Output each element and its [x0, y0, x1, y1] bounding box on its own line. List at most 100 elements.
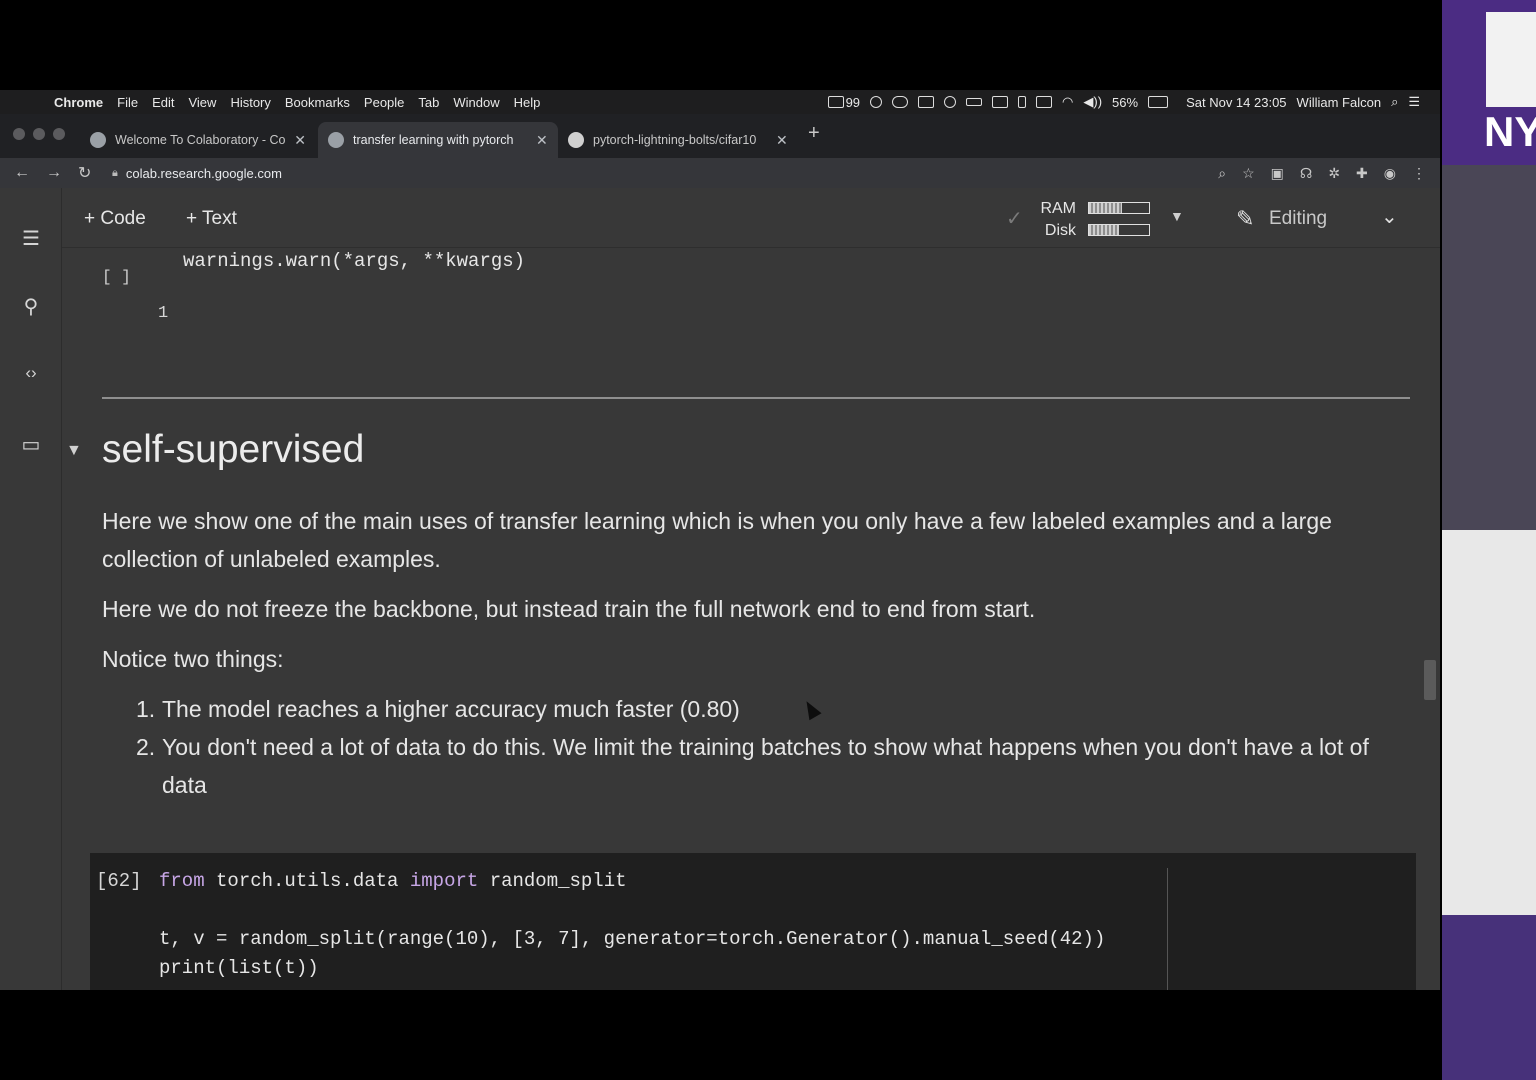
section-collapse-icon[interactable]: ▼	[66, 442, 82, 460]
menu-help[interactable]: Help	[514, 95, 541, 110]
menu-file[interactable]: File	[117, 95, 138, 110]
tab-close-icon[interactable]: ✕	[776, 132, 788, 149]
dropbox-icon[interactable]	[870, 96, 883, 108]
search-icon[interactable]: ⚲	[19, 294, 43, 318]
status-area: 99 ◠ ◀)) 56% Sat Nov 14 23:05 William Fa…	[827, 90, 1420, 114]
zoom-icon[interactable]: ⌕	[1218, 165, 1226, 182]
list-item-number: 1.	[136, 696, 156, 722]
table-of-contents-icon[interactable]: ☰	[19, 226, 43, 250]
tab-title: Welcome To Colaboratory - Co	[115, 133, 286, 147]
cell-output-text: warnings.warn(*args, **kwargs)	[183, 250, 526, 272]
keyword-import: import	[409, 870, 479, 892]
battery-icon[interactable]	[1148, 96, 1169, 108]
torch-logo-icon	[1486, 12, 1536, 107]
address-bar-row: ← → ↻ 🔒︎ colab.research.google.com ⌕ ☆ ▣…	[0, 158, 1440, 188]
url-field[interactable]: colab.research.google.com	[126, 166, 282, 181]
glasses-icon[interactable]	[966, 98, 983, 106]
webcam-frame-upper	[1442, 165, 1536, 530]
extension-1-icon[interactable]: ▣	[1271, 165, 1284, 182]
code-line-2[interactable]: t, v = random_split(range(10), [3, 7], g…	[159, 928, 1105, 950]
text-paragraph: Here we do not freeze the backbone, but …	[102, 596, 1036, 622]
code-snippets-icon[interactable]: ‹›	[19, 363, 43, 387]
forward-arrow-icon[interactable]: →	[46, 164, 64, 182]
spotlight-search-icon[interactable]: ⌕	[1391, 94, 1398, 110]
battery-percent: 56%	[1112, 94, 1139, 110]
bi-icon[interactable]	[918, 96, 935, 108]
ram-usage-bar[interactable]	[1088, 202, 1150, 214]
webcam-frame-lower	[1442, 530, 1536, 915]
clock[interactable]: Sat Nov 14 23:05	[1186, 95, 1286, 110]
tab-title: pytorch-lightning-bolts/cifar10	[593, 133, 757, 147]
wifi-icon[interactable]: ◠	[1062, 94, 1073, 110]
resources-dropdown-icon[interactable]: ▼	[1170, 208, 1184, 224]
notification-center-icon[interactable]: ☰	[1408, 94, 1420, 110]
files-folder-icon[interactable]: ▭	[19, 432, 43, 456]
tab-strip: Welcome To Colaboratory - Co ✕ transfer …	[0, 114, 1440, 158]
disk-usage-bar[interactable]	[1088, 224, 1150, 236]
bluetooth-icon[interactable]	[1018, 96, 1027, 108]
scrollbar-thumb[interactable]	[1424, 660, 1436, 700]
airplay-icon[interactable]	[992, 96, 1009, 108]
chrome-menu-icon[interactable]: ⋮	[1412, 165, 1426, 182]
cloud-icon[interactable]	[892, 96, 909, 108]
reload-icon[interactable]: ↻	[78, 163, 96, 183]
browser-actions: ⌕ ☆ ▣ ☊ ✲ ✚ ◉ ⋮	[1218, 165, 1426, 182]
code-line-3[interactable]: print(list(t))	[159, 957, 319, 979]
profile-avatar-icon[interactable]: ◉	[1384, 165, 1396, 182]
lock-icon[interactable]: 🔒︎	[112, 167, 118, 180]
editing-mode-button[interactable]: Editing	[1269, 208, 1327, 230]
section-divider	[102, 397, 1410, 399]
tab-welcome-colab[interactable]: Welcome To Colaboratory - Co ✕	[80, 122, 316, 158]
menu-app-chrome[interactable]: Chrome	[54, 95, 103, 110]
menu-view[interactable]: View	[188, 95, 216, 110]
tab-github-bolts[interactable]: pytorch-lightning-bolts/cifar10 ✕	[558, 122, 798, 158]
nyu-logo-text: NY	[1484, 108, 1536, 155]
menu-bookmarks[interactable]: Bookmarks	[285, 95, 350, 110]
back-arrow-icon[interactable]: ←	[14, 164, 32, 182]
menu-edit[interactable]: Edit	[152, 95, 174, 110]
extension-gear-icon[interactable]: ✲	[1328, 165, 1340, 182]
menu-tab[interactable]: Tab	[418, 95, 439, 110]
colab-favicon-icon	[90, 132, 106, 148]
new-tab-plus-icon[interactable]: +	[808, 122, 820, 145]
mail-icon[interactable]	[827, 96, 844, 108]
run-cell-button[interactable]: [ ]	[102, 268, 131, 286]
code-line-1[interactable]: from torch.utils.data import random_spli…	[159, 870, 627, 892]
add-text-button[interactable]: + Text	[186, 208, 237, 230]
webcam-frame-bottom	[1442, 915, 1536, 1080]
collapse-header-icon[interactable]: ⌄	[1381, 204, 1398, 229]
tab-transfer-learning[interactable]: transfer learning with pytorch ✕	[318, 122, 558, 158]
section-heading: self-supervised	[102, 428, 365, 471]
menu-window[interactable]: Window	[453, 95, 499, 110]
list-item: The model reaches a higher accuracy much…	[162, 696, 740, 722]
mail-count: 99	[845, 94, 861, 110]
tab-title: transfer learning with pytorch	[353, 133, 514, 147]
edit-pencil-icon[interactable]: ✎	[1236, 206, 1254, 232]
connected-check-icon: ✓	[1006, 208, 1023, 230]
user-name[interactable]: William Falcon	[1297, 95, 1382, 110]
sync-icon[interactable]	[944, 96, 957, 108]
tab-close-icon[interactable]: ✕	[294, 132, 306, 149]
tab-close-icon[interactable]: ✕	[536, 132, 548, 149]
volume-icon[interactable]: ◀))	[1083, 94, 1102, 110]
extension-ghost-icon[interactable]: ☊	[1300, 165, 1312, 182]
add-code-button[interactable]: + Code	[84, 208, 146, 230]
screen: { "menubar": { "apple_glyph": "", "app":…	[0, 0, 1536, 1080]
window-minimize-dot[interactable]	[33, 128, 45, 140]
notebook-toolbar: + Code + Text ✓ RAM Disk ▼ ✎ Editing ⌄	[62, 188, 1440, 248]
menu-people[interactable]: People	[364, 95, 404, 110]
module-name: torch.utils.data	[216, 870, 399, 892]
text-paragraph: Notice two things:	[102, 646, 284, 672]
keyboard-icon[interactable]	[1036, 96, 1053, 108]
text-paragraph: Here we show one of the main uses of tra…	[102, 508, 1332, 572]
disk-fill	[1089, 225, 1119, 235]
menu-history[interactable]: History	[230, 95, 270, 110]
macos-menu-bar: Chrome File Edit View History Bookmarks …	[0, 90, 1440, 114]
bookmark-star-icon[interactable]: ☆	[1242, 165, 1255, 182]
ram-label: RAM	[1040, 200, 1076, 217]
window-zoom-dot[interactable]	[53, 128, 65, 140]
extensions-puzzle-icon[interactable]: ✚	[1356, 165, 1368, 182]
left-rail: ☰ ⚲ ‹› ▭	[0, 188, 62, 990]
window-close-dot[interactable]	[13, 128, 25, 140]
execution-count[interactable]: [62]	[96, 870, 142, 892]
